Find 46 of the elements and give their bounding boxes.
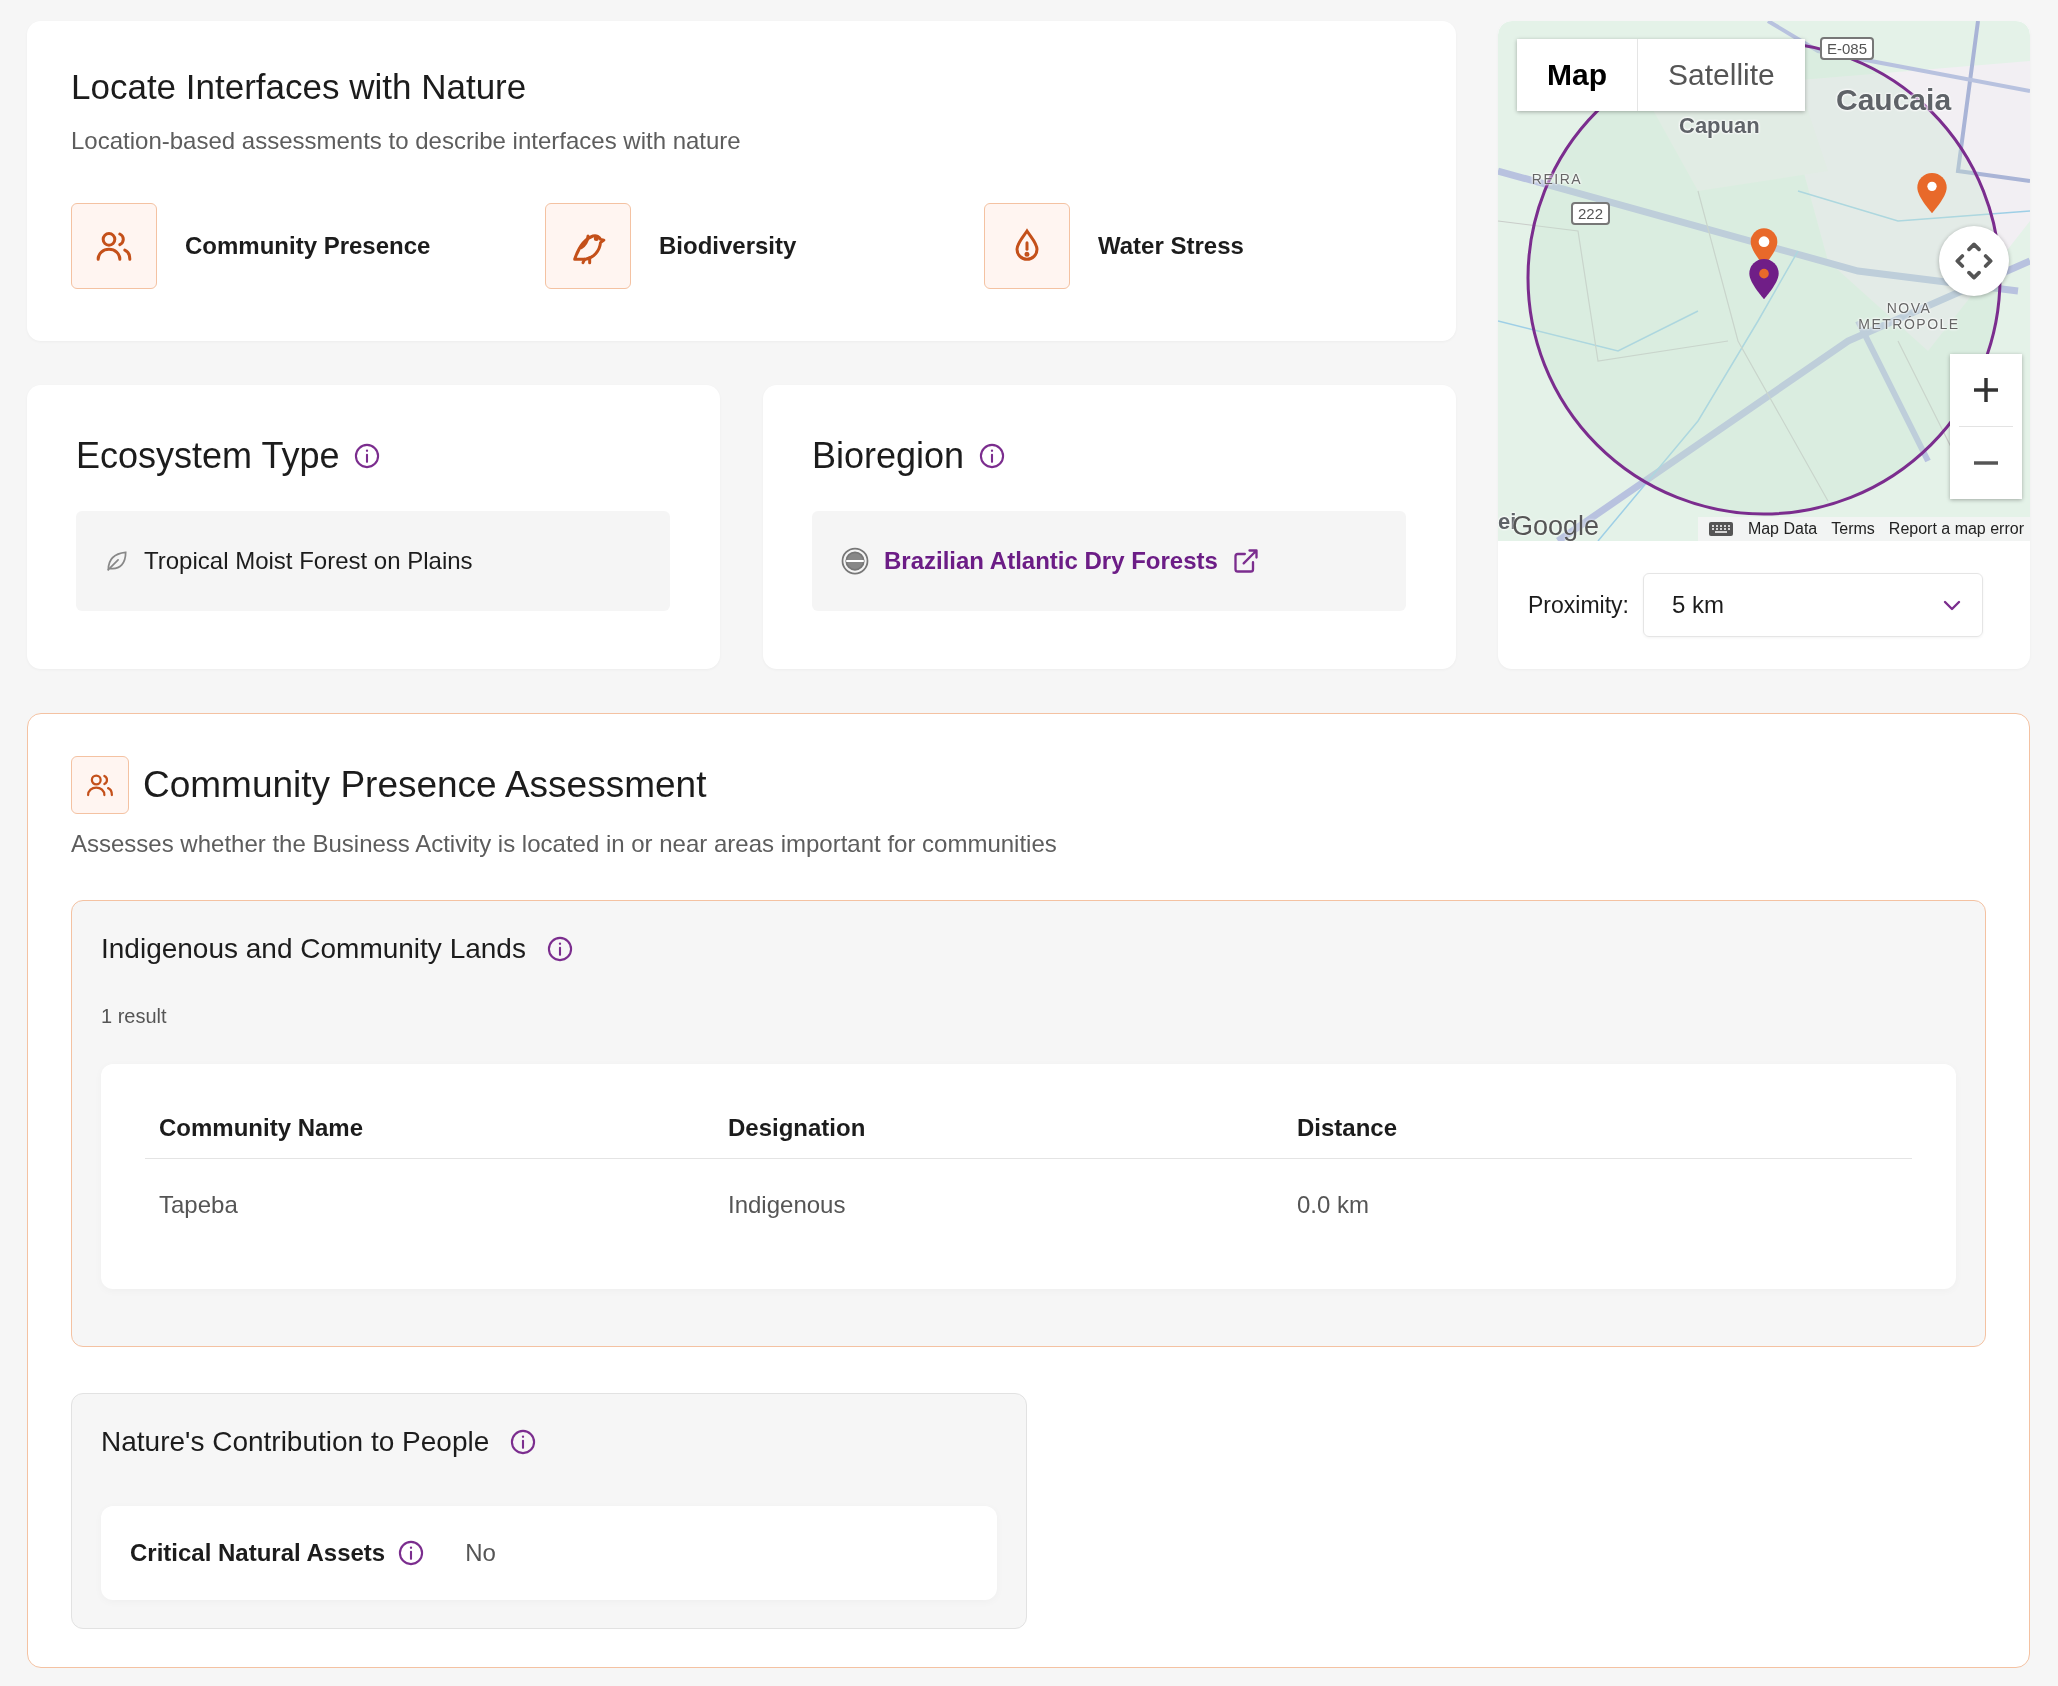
ecosystem-title: Ecosystem Type [76, 435, 340, 477]
map-type-tab[interactable]: Satellite [1638, 39, 1805, 111]
bioregion-link[interactable]: Brazilian Atlantic Dry Forests [884, 547, 1218, 575]
overview-title: Locate Interfaces with Nature [71, 67, 528, 107]
leaf-icon [104, 548, 130, 574]
attribute-value: No [465, 1539, 496, 1567]
table-cell-text: Indigenous [728, 1190, 847, 1219]
column-header: Community Name [159, 1114, 365, 1142]
table-cell-text: 0.0 km [1297, 1190, 1371, 1219]
map-pin-icon [1748, 257, 1780, 301]
attribute-label: Critical Natural Assets [130, 1539, 386, 1567]
zoom-in-button[interactable] [1950, 354, 2022, 426]
info-icon[interactable] [397, 1539, 426, 1567]
external-link-icon[interactable] [1231, 547, 1260, 575]
proximity-select[interactable]: 5 km [1642, 573, 1983, 637]
bioregion-title: Bioregion [812, 435, 965, 477]
info-icon[interactable] [545, 935, 574, 963]
section-title: Indigenous and Community Lands [101, 933, 526, 965]
map-label: Capuan [1679, 113, 1760, 139]
table-cell-text: Tapeba [159, 1190, 239, 1219]
section-title: Nature's Contribution to People [101, 1426, 490, 1458]
category-label[interactable]: Community Presence [185, 232, 431, 260]
info-icon[interactable] [978, 442, 1007, 470]
ecosystem-value: Tropical Moist Forest on Plains [144, 547, 473, 575]
map-label: E-085 [1820, 37, 1875, 60]
info-icon[interactable] [353, 442, 382, 470]
result-count: 1 result [101, 1005, 168, 1028]
category-label[interactable]: Water Stress [1098, 232, 1244, 260]
info-icon[interactable] [509, 1428, 538, 1456]
map-type-tab[interactable]: Map [1517, 39, 1638, 111]
keyboard-icon[interactable] [1707, 521, 1734, 537]
overview-subtitle: Location-based assessments to describe interfaces with nature [71, 127, 742, 155]
column-header: Designation [728, 1114, 867, 1142]
globe-icon [840, 546, 870, 576]
column-header: Distance [1297, 1114, 1399, 1142]
proximity-label: Proximity: [1528, 591, 1629, 619]
category-label[interactable]: Biodiversity [659, 232, 797, 260]
map-attribution-link[interactable]: Map Data [1747, 520, 1818, 538]
map-attribution-link[interactable]: Terms [1831, 520, 1875, 538]
map-attribution-link[interactable]: Report a map error [1888, 520, 2024, 538]
map-label: 222 [1571, 202, 1611, 225]
fullscreen-icon [1954, 241, 1994, 281]
map-pin-icon [1916, 171, 1948, 215]
assessment-description: Assesses whether the Business Activity is located in or near areas important for communities [71, 830, 1058, 858]
map-label: NOVA METRÓPOLE [1857, 300, 1961, 332]
assessment-title: Community Presence Assessment [143, 764, 707, 806]
